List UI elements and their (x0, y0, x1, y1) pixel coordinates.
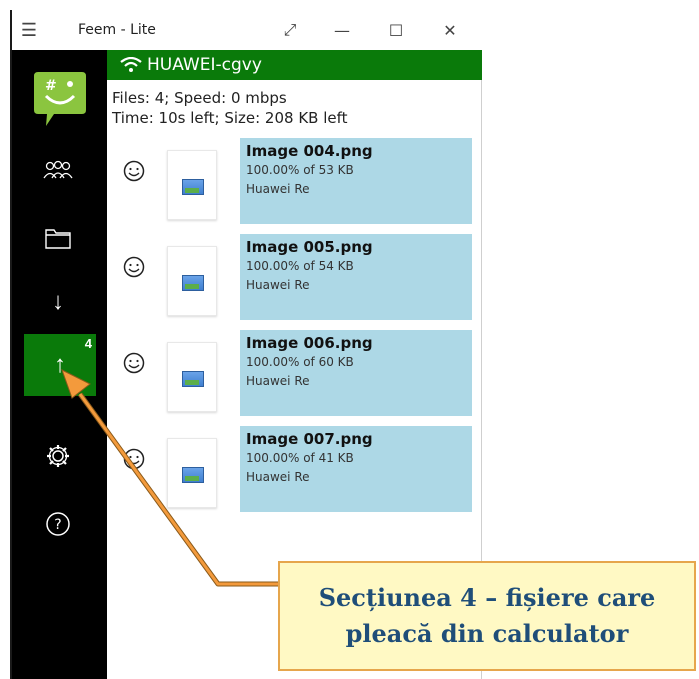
sidebar: # ↓ ↑ 4 ? (12, 50, 107, 679)
folder-icon[interactable] (30, 210, 86, 266)
file-name: Image 004.png (246, 142, 373, 160)
file-name: Image 006.png (246, 334, 373, 352)
incoming-arrow-icon[interactable]: ↓ (30, 274, 86, 330)
file-device: Huawei Re (246, 278, 310, 292)
image-file-icon (167, 246, 217, 316)
file-name: Image 005.png (246, 238, 373, 256)
file-card[interactable]: Image 005.png 100.00% of 54 KB Huawei Re (240, 234, 472, 320)
network-header: HUAWEI-cgvy (107, 50, 482, 80)
list-item[interactable]: Image 006.png 100.00% of 60 KB Huawei Re (107, 330, 482, 420)
outgoing-count-badge: 4 (84, 336, 92, 351)
smiley-icon (123, 448, 145, 470)
annotation-callout: Secțiunea 4 – fișiere care pleacă din ca… (278, 561, 696, 671)
file-progress: 100.00% of 54 KB (246, 259, 354, 273)
file-progress: 100.00% of 60 KB (246, 355, 354, 369)
file-card[interactable]: Image 006.png 100.00% of 60 KB Huawei Re (240, 330, 472, 416)
stats-files-speed: Files: 4; Speed: 0 mbps (112, 89, 287, 107)
file-card[interactable]: Image 004.png 100.00% of 53 KB Huawei Re (240, 138, 472, 224)
network-name: HUAWEI-cgvy (147, 55, 262, 75)
feem-logo-icon: # (32, 68, 88, 128)
callout-line-1: Secțiunea 4 – fișiere care (318, 583, 656, 612)
stats-time-size: Time: 10s left; Size: 208 KB left (112, 109, 348, 127)
list-item[interactable]: Image 004.png 100.00% of 53 KB Huawei Re (107, 138, 482, 228)
list-item[interactable]: Image 005.png 100.00% of 54 KB Huawei Re (107, 234, 482, 324)
svg-text:?: ? (54, 517, 61, 533)
help-icon[interactable]: ? (30, 496, 86, 552)
smiley-icon (123, 256, 145, 278)
hamburger-menu-icon[interactable]: ☰ (12, 10, 46, 50)
file-device: Huawei Re (246, 182, 310, 196)
minimize-button[interactable]: — (320, 10, 364, 50)
file-name: Image 007.png (246, 430, 373, 448)
image-file-icon (167, 342, 217, 412)
outgoing-arrow-icon: ↑ (54, 351, 66, 378)
smiley-icon (123, 352, 145, 374)
file-device: Huawei Re (246, 374, 310, 388)
file-card[interactable]: Image 007.png 100.00% of 41 KB Huawei Re (240, 426, 472, 512)
list-item[interactable]: Image 007.png 100.00% of 41 KB Huawei Re (107, 426, 482, 516)
users-icon[interactable] (30, 142, 86, 198)
file-progress: 100.00% of 41 KB (246, 451, 354, 465)
file-progress: 100.00% of 53 KB (246, 163, 354, 177)
title-bar: ☰ Feem - Lite ⤢ — ☐ ✕ (12, 10, 482, 50)
callout-line-2: pleacă din calculator (345, 619, 629, 648)
close-button[interactable]: ✕ (428, 10, 472, 50)
gear-icon[interactable] (30, 428, 86, 484)
smiley-icon (123, 160, 145, 182)
window-title: Feem - Lite (78, 22, 156, 38)
file-device: Huawei Re (246, 470, 310, 484)
outgoing-arrow-button[interactable]: ↑ 4 (24, 334, 96, 396)
transfer-stats: Files: 4; Speed: 0 mbps Time: 10s left; … (112, 88, 477, 128)
image-file-icon (167, 438, 217, 508)
svg-text:#: # (45, 78, 57, 94)
wifi-icon (115, 57, 147, 73)
image-file-icon (167, 150, 217, 220)
expand-icon[interactable]: ⤢ (268, 10, 312, 50)
maximize-button[interactable]: ☐ (374, 10, 418, 50)
